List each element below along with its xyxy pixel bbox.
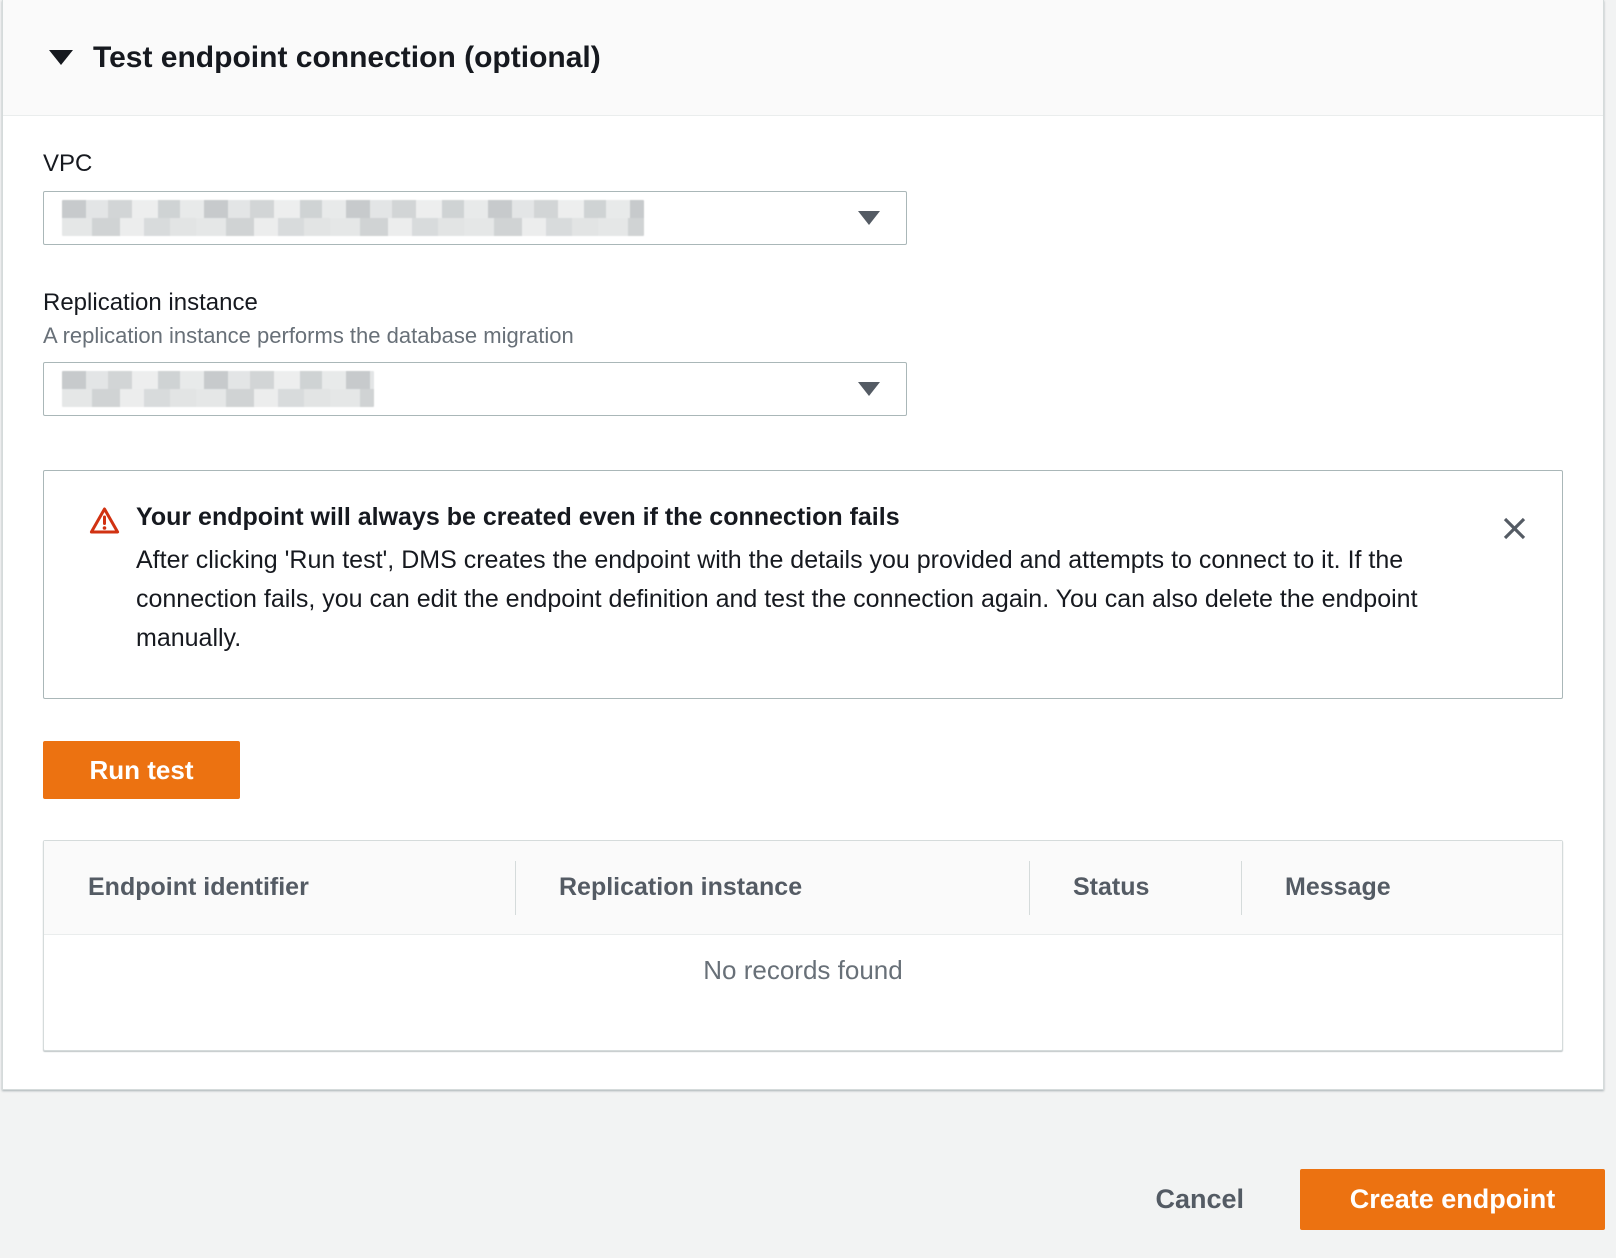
column-header-status: Status (1029, 841, 1241, 934)
alert-title: Your endpoint will always be created eve… (136, 503, 1489, 532)
replication-instance-select[interactable] (43, 362, 907, 416)
test-results-table: Endpoint identifier Replication instance… (43, 840, 1563, 1051)
replication-instance-label: Replication instance (43, 289, 1563, 317)
close-icon (1501, 515, 1528, 542)
create-endpoint-button[interactable]: Create endpoint (1300, 1169, 1605, 1230)
table-empty-state: No records found (44, 935, 1562, 1050)
warning-triangle-icon (89, 506, 120, 540)
column-header-replication-instance: Replication instance (515, 841, 1029, 934)
table-header-row: Endpoint identifier Replication instance… (44, 841, 1562, 935)
section-title: Test endpoint connection (optional) (93, 41, 601, 75)
alert-close-button[interactable] (1501, 515, 1528, 542)
section-header[interactable]: Test endpoint connection (optional) (3, 0, 1603, 116)
alert-body-text: After clicking 'Run test', DMS creates t… (136, 541, 1446, 658)
caret-down-icon (858, 382, 880, 396)
caret-down-icon (858, 211, 880, 225)
collapse-triangle-icon (49, 50, 73, 65)
replication-instance-description: A replication instance performs the data… (43, 323, 1563, 349)
run-test-button[interactable]: Run test (43, 741, 240, 799)
section-body: VPC Replication instance A replication i… (3, 150, 1603, 1089)
alert-content: Your endpoint will always be created eve… (136, 503, 1489, 658)
test-endpoint-connection-section: Test endpoint connection (optional) VPC … (2, 0, 1604, 1090)
vpc-label: VPC (43, 150, 1563, 178)
footer-actions: Cancel Create endpoint (0, 1090, 1616, 1230)
replication-instance-selected-value-redacted (62, 371, 374, 407)
warning-alert: Your endpoint will always be created eve… (43, 470, 1563, 699)
vpc-selected-value-redacted (62, 200, 644, 236)
column-header-endpoint-identifier: Endpoint identifier (44, 841, 515, 934)
vpc-select[interactable] (43, 191, 907, 245)
column-header-message: Message (1241, 841, 1562, 934)
cancel-button[interactable]: Cancel (1155, 1184, 1244, 1215)
